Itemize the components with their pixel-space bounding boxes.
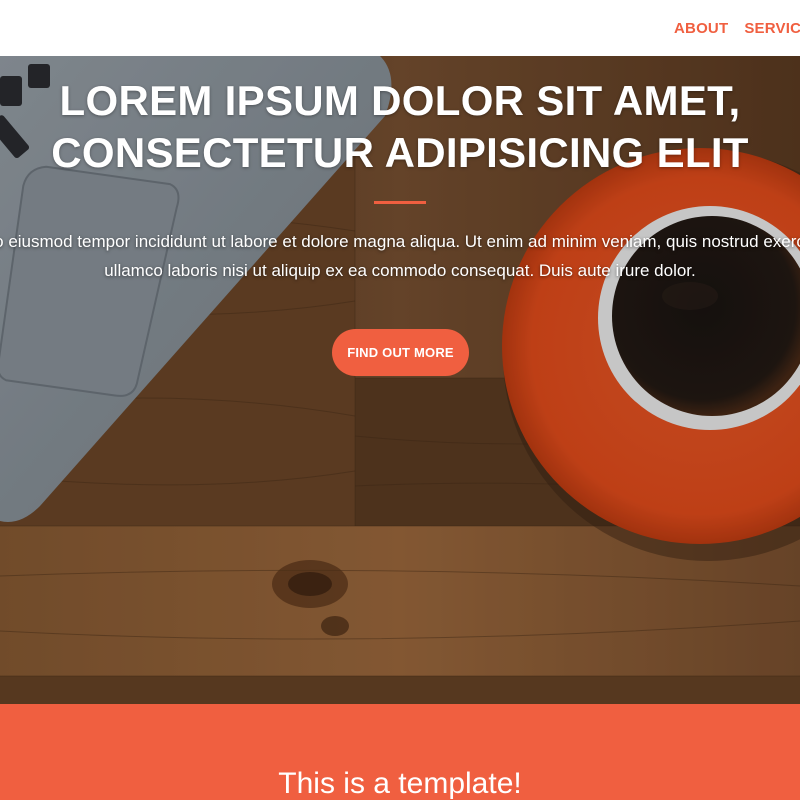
about-section: This is a template! [0,704,800,800]
hero-title: LOREM IPSUM DOLOR SIT AMET, CONSECTETUR … [51,77,749,176]
hero-description: Sed do eiusmod tempor incididunt ut labo… [0,232,800,280]
navbar: ABOUT SERVICES [0,0,800,56]
section-title: This is a template! [278,767,522,800]
find-out-more-button[interactable]: FIND OUT MORE [332,329,469,376]
hero-divider [374,201,426,204]
hero-content: LOREM IPSUM DOLOR SIT AMET, CONSECTETUR … [0,56,800,704]
hero-section: LOREM IPSUM DOLOR SIT AMET, CONSECTETUR … [0,56,800,704]
nav-link-about[interactable]: ABOUT [674,20,728,37]
nav-link-services[interactable]: SERVICES [744,20,800,37]
page: ABOUT SERVICES [0,0,800,800]
nav-links: ABOUT SERVICES [674,0,800,56]
